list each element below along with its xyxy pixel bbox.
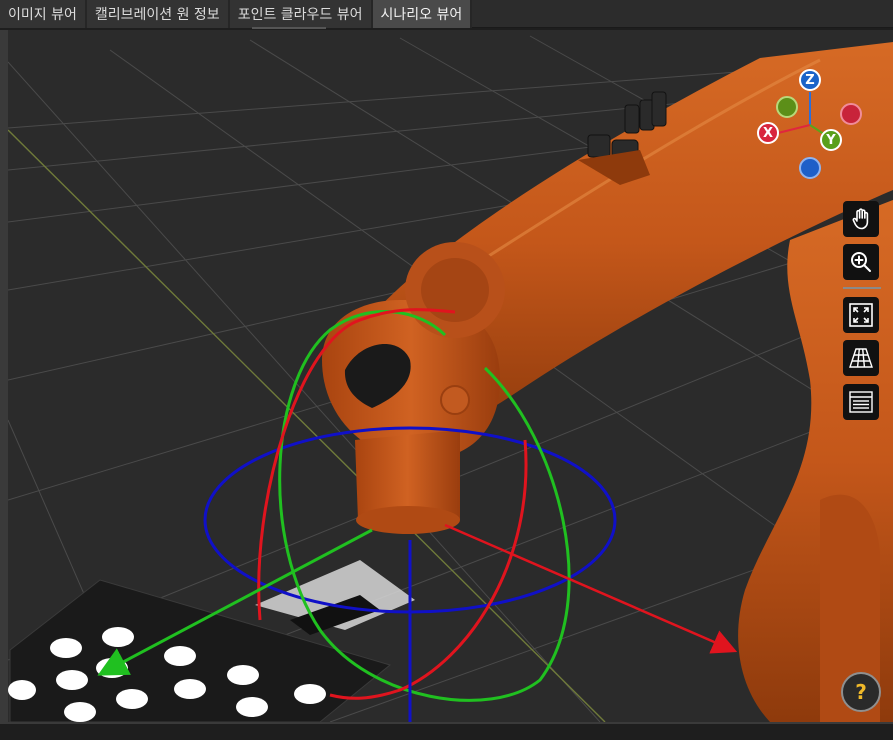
help-label: ?	[855, 680, 867, 704]
tab-calibration-circle-info[interactable]: 캘리브레이션 원 정보	[86, 0, 230, 28]
hand-icon	[852, 208, 869, 230]
scenario-3d-viewport[interactable]: Z X Y	[8, 30, 893, 722]
tab-hover-underline	[252, 27, 326, 29]
toolbar-separator	[843, 287, 881, 289]
zoom-in-icon	[851, 252, 871, 272]
gizmo-negative-z-dot[interactable]	[799, 157, 821, 179]
fit-view-button[interactable]	[843, 297, 879, 333]
tab-point-cloud-viewer[interactable]: 포인트 클라우드 뷰어	[229, 0, 373, 28]
pan-tool-button[interactable]	[843, 201, 879, 237]
fit-screen-icon	[849, 303, 873, 327]
grid-toggle-button[interactable]	[843, 340, 879, 376]
grid-floor-icon	[849, 348, 873, 368]
tab-scenario-viewer[interactable]: 시나리오 뷰어	[372, 0, 473, 28]
help-button[interactable]: ?	[841, 672, 881, 712]
tab-image-viewer[interactable]: 이미지 뷰어	[0, 0, 87, 28]
gizmo-negative-x-dot[interactable]	[840, 103, 862, 125]
viewer-tab-bar: 이미지 뷰어 캘리브레이션 원 정보 포인트 클라우드 뷰어 시나리오 뷰어	[0, 0, 893, 28]
gizmo-x-axis-label[interactable]: X	[757, 122, 779, 144]
gizmo-z-axis-label[interactable]: Z	[799, 69, 821, 91]
viewport-left-border	[0, 30, 8, 722]
gizmo-negative-y-dot[interactable]	[776, 96, 798, 118]
robot-arm-model	[322, 42, 893, 722]
properties-button[interactable]	[843, 384, 879, 420]
zoom-tool-button[interactable]	[843, 244, 879, 280]
gizmo-y-axis-label[interactable]: Y	[820, 129, 842, 151]
list-panel-icon	[849, 391, 873, 413]
viewport-bottom-border	[0, 722, 893, 740]
